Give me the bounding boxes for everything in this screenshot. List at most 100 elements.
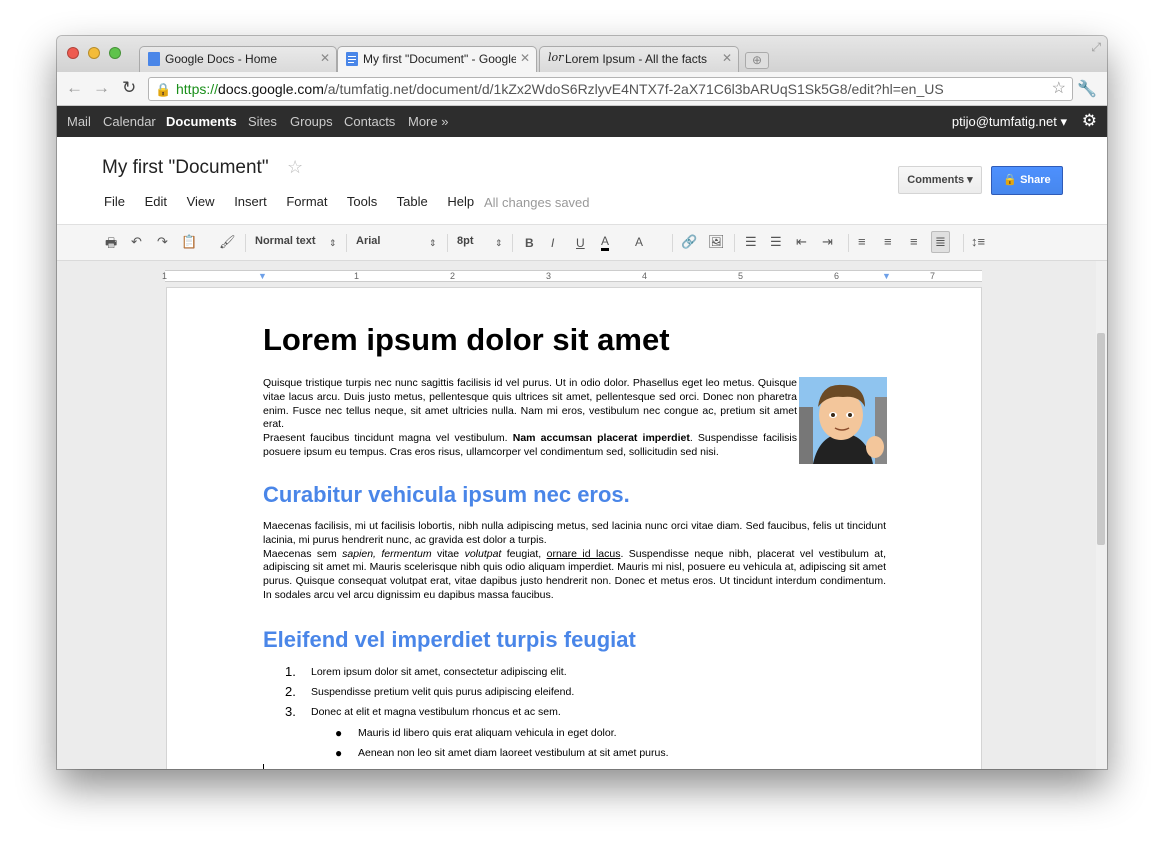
scrollbar-thumb[interactable] — [1097, 333, 1105, 545]
formatting-toolbar: 🖶 ↶ ↷ 📋 🖌 Normal text ⇕ Arial ⇕ 8pt ⇕ B … — [57, 225, 1107, 261]
url-protocol: https:// — [176, 81, 219, 97]
vertical-scrollbar[interactable] — [1096, 261, 1107, 769]
lock-icon: 🔒 — [155, 82, 172, 97]
toolbar-divider — [447, 234, 448, 252]
menu-bar: File Edit View Insert Format Tools Table… — [104, 194, 490, 209]
forward-arrow-icon[interactable]: → — [93, 78, 110, 98]
bulleted-list-icon[interactable]: ☰ — [770, 234, 782, 250]
browser-window: Google Docs - Home ✕ My first "Document"… — [57, 36, 1107, 769]
numbered-list-icon[interactable]: ☰ — [745, 234, 757, 250]
share-button[interactable]: 🔒 Share — [991, 166, 1063, 195]
redo-icon[interactable]: ↷ — [157, 234, 168, 250]
docs-file-icon — [148, 52, 160, 66]
minimize-window-button[interactable] — [88, 47, 100, 59]
menu-table[interactable]: Table — [397, 194, 428, 209]
align-center-icon[interactable]: ≡ — [884, 234, 892, 249]
star-icon[interactable]: ☆ — [287, 157, 303, 178]
tab-lorem-ipsum[interactable]: lor Lorem Ipsum - All the facts ✕ — [539, 46, 739, 72]
google-bar: Mail Calendar Documents Sites Groups Con… — [57, 106, 1107, 137]
bookmark-star-icon[interactable]: ☆ — [1052, 78, 1066, 100]
line-spacing-icon[interactable]: ↕≡ — [971, 234, 985, 249]
menu-edit[interactable]: Edit — [145, 194, 167, 209]
link-icon[interactable]: 🔗 — [681, 234, 697, 250]
list-item-text: Donec at elit et magna vestibulum rhoncu… — [311, 706, 561, 718]
right-indent-marker-icon[interactable]: ▼ — [882, 271, 891, 281]
print-icon[interactable]: 🖶 — [105, 234, 117, 256]
comments-button[interactable]: Comments ▾ — [898, 166, 982, 194]
tab-label: Lorem Ipsum - All the facts — [565, 52, 708, 66]
ruler-tick-label: 5 — [738, 271, 744, 281]
menu-format[interactable]: Format — [286, 194, 327, 209]
new-tab-button[interactable]: ⊕ — [745, 52, 769, 69]
highlight-color-icon[interactable]: A — [635, 235, 643, 249]
gbar-link-groups[interactable]: Groups — [290, 114, 333, 129]
align-left-icon[interactable]: ≡ — [858, 234, 866, 249]
heading-2-eleifend: Eleifend vel imperdiet turpis feugiat — [263, 627, 636, 652]
image-icon[interactable]: 🖼 — [708, 234, 725, 250]
toolbar-divider — [734, 234, 735, 252]
document-title[interactable]: My first "Document" — [102, 157, 269, 179]
gbar-link-documents[interactable]: Documents — [166, 114, 237, 129]
increase-indent-icon[interactable]: ⇥ — [822, 234, 833, 250]
align-right-icon[interactable]: ≡ — [910, 234, 918, 249]
tab-close-icon[interactable]: ✕ — [320, 51, 330, 65]
fullscreen-icon[interactable]: ⤢ — [1091, 40, 1101, 55]
close-window-button[interactable] — [67, 47, 79, 59]
tab-bar: Google Docs - Home ✕ My first "Document"… — [57, 36, 1107, 72]
gbar-link-more[interactable]: More » — [408, 114, 448, 129]
tab-label: Google Docs - Home — [165, 52, 278, 66]
gear-icon[interactable]: ⚙ — [1082, 111, 1097, 131]
text-color-icon[interactable]: A — [601, 235, 610, 251]
ruler[interactable]: 1 ▼ 1 2 3 4 5 6 ▼ 7 — [162, 270, 982, 282]
zoom-window-button[interactable] — [109, 47, 121, 59]
gbar-link-mail[interactable]: Mail — [67, 114, 91, 129]
gbar-link-contacts[interactable]: Contacts — [344, 114, 395, 129]
url-domain: docs.google.com — [218, 81, 324, 97]
font-select-chevron-icon[interactable]: ⇕ — [429, 238, 437, 249]
font-size-select[interactable]: 8pt — [457, 235, 474, 247]
style-select[interactable]: Normal text — [255, 235, 316, 247]
paragraph-1: Quisque tristique turpis nec nunc sagitt… — [263, 377, 797, 460]
back-arrow-icon[interactable]: ← — [66, 78, 83, 98]
decrease-indent-icon[interactable]: ⇤ — [796, 234, 807, 250]
undo-icon[interactable]: ↶ — [131, 234, 142, 250]
underline-icon[interactable]: U — [576, 236, 585, 250]
menu-insert[interactable]: Insert — [234, 194, 267, 209]
italic-icon[interactable]: I — [551, 236, 554, 250]
font-size-chevron-icon[interactable]: ⇕ — [495, 238, 503, 249]
user-account-menu[interactable]: ptijo@tumfatig.net ▾ — [952, 114, 1067, 130]
gbar-link-sites[interactable]: Sites — [248, 114, 277, 129]
paste-icon[interactable]: 📋 — [181, 234, 197, 250]
font-select[interactable]: Arial — [356, 235, 380, 247]
tab-close-icon[interactable]: ✕ — [520, 51, 530, 65]
paragraph-text: vitae — [431, 547, 465, 560]
list-number: 2. — [285, 684, 296, 699]
paragraph-text: Quisque tristique turpis nec nunc sagitt… — [263, 377, 797, 431]
gbar-link-calendar[interactable]: Calendar — [103, 114, 156, 129]
menu-help[interactable]: Help — [447, 194, 474, 209]
align-justify-icon[interactable]: ≣ — [931, 231, 950, 253]
paint-format-icon[interactable]: 🖌 — [219, 234, 236, 250]
document-page[interactable]: Lorem ipsum dolor sit amet Quisque trist… — [166, 287, 982, 769]
indent-marker-icon[interactable]: ▼ — [258, 271, 267, 281]
document-canvas: 1 ▼ 1 2 3 4 5 6 ▼ 7 Lorem ipsum dolor si… — [57, 261, 1107, 769]
heading-2-curabitur: Curabitur vehicula ipsum nec eros. — [263, 482, 630, 507]
menu-tools[interactable]: Tools — [347, 194, 377, 209]
underlined-text: ornare id lacus — [546, 547, 621, 560]
list-number: 3. — [285, 704, 296, 719]
wrench-icon[interactable]: 🔧 — [1077, 79, 1097, 99]
ruler-tick-label: 1 — [354, 271, 360, 281]
address-bar[interactable]: 🔒 https://docs.google.com/a/tumfatig.net… — [148, 77, 1073, 101]
menu-view[interactable]: View — [187, 194, 215, 209]
bold-icon[interactable]: B — [525, 236, 534, 250]
tab-label: My first "Document" - Google — [363, 52, 516, 66]
style-select-chevron-icon[interactable]: ⇕ — [329, 238, 337, 249]
tab-my-first-document[interactable]: My first "Document" - Google ✕ — [337, 46, 537, 72]
ruler-tick-label: 1 — [162, 271, 168, 281]
menu-file[interactable]: File — [104, 194, 125, 209]
toolbar-divider — [963, 234, 964, 252]
reload-icon[interactable]: ↻ — [122, 78, 136, 98]
tab-close-icon[interactable]: ✕ — [722, 51, 732, 65]
tab-google-docs-home[interactable]: Google Docs - Home ✕ — [139, 46, 337, 72]
list-item-text: Lorem ipsum dolor sit amet, consectetur … — [311, 666, 567, 678]
